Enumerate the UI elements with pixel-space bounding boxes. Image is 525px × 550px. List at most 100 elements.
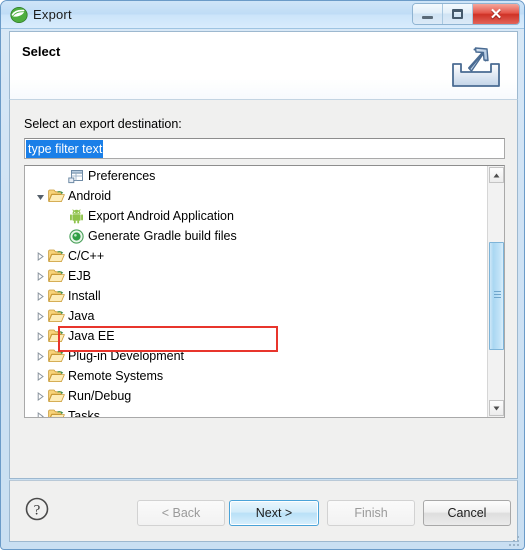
expand-arrow-open[interactable]: [33, 186, 47, 206]
scroll-down-button[interactable]: [489, 400, 504, 416]
chevron-down-icon: [36, 194, 44, 200]
chevron-right-icon: [37, 411, 44, 417]
chevron-right-icon: [37, 271, 44, 281]
folder-open-icon: [47, 307, 65, 325]
tree-item-c-c[interactable]: C/C++: [25, 246, 487, 266]
finish-button-label: Finish: [354, 506, 388, 520]
export-outbox-arrow-icon: [447, 38, 505, 92]
tree-item-ejb[interactable]: EJB: [25, 266, 487, 286]
back-button[interactable]: < Back: [137, 500, 225, 526]
tree-item-label: Export Android Application: [88, 209, 234, 223]
chevron-right-icon: [37, 331, 44, 341]
tree-item-label: Install: [68, 289, 101, 303]
chevron-down-icon: [493, 406, 500, 410]
chevron-right-icon: [37, 371, 44, 381]
expand-arrow-closed[interactable]: [33, 306, 47, 326]
expand-arrow-closed[interactable]: [33, 326, 47, 346]
tree-item-remote-systems[interactable]: Remote Systems: [25, 366, 487, 386]
tree-item-preferences[interactable]: Preferences: [25, 166, 487, 186]
folder-open-icon: [47, 387, 65, 405]
cancel-button-label: Cancel: [447, 506, 487, 520]
tree-item-run-debug[interactable]: Run/Debug: [25, 386, 487, 406]
tree-item-label: Remote Systems: [68, 369, 164, 383]
tree-item-label: Java EE: [68, 329, 115, 343]
folder-open-icon: [47, 287, 65, 305]
folder-open-icon: [47, 247, 65, 265]
chevron-right-icon: [37, 391, 44, 401]
minimize-icon: [422, 16, 433, 19]
tree-vertical-scrollbar[interactable]: [487, 166, 504, 417]
tree-item-plug-in-development[interactable]: Plug-in Development: [25, 346, 487, 366]
close-icon: ✕: [489, 5, 503, 23]
window-title: Export: [33, 7, 72, 22]
window-controls: ✕: [412, 3, 520, 25]
back-button-label: < Back: [161, 506, 201, 520]
maximize-button[interactable]: [443, 4, 473, 24]
tree-item-label: Run/Debug: [68, 389, 132, 403]
chevron-right-icon: [37, 351, 44, 361]
resize-grip-icon[interactable]: [509, 535, 521, 547]
cancel-button[interactable]: Cancel: [423, 500, 511, 526]
export-destination-tree[interactable]: Preferences Android Export Android Applica…: [24, 165, 505, 418]
destination-label: Select an export destination:: [24, 117, 182, 131]
tree-item-generate-gradle-build-files[interactable]: Generate Gradle build files: [25, 226, 487, 246]
folder-open-icon: [47, 347, 65, 365]
title-bar[interactable]: Export ✕: [1, 1, 524, 29]
wizard-body: Select an export destination: type filte…: [9, 99, 518, 479]
export-dialog-window: Export ✕ Select Select an export destina…: [0, 0, 525, 550]
tree-item-tasks[interactable]: Tasks: [25, 406, 487, 417]
tree-item-label: Android: [68, 189, 112, 203]
folder-open-icon: [47, 367, 65, 385]
chevron-up-icon: [493, 173, 500, 177]
expand-arrow-closed[interactable]: [33, 406, 47, 417]
tree-item-export-android-application[interactable]: Export Android Application: [25, 206, 487, 226]
minimize-button[interactable]: [413, 4, 443, 24]
expand-arrow-closed[interactable]: [33, 386, 47, 406]
gradle-icon: [67, 227, 85, 245]
maximize-icon: [452, 9, 463, 19]
close-button[interactable]: ✕: [473, 4, 519, 24]
android-robot-icon: [67, 207, 85, 225]
expand-arrow-closed[interactable]: [33, 346, 47, 366]
eclipse-logo-icon: [10, 6, 28, 24]
tree-item-label: Java: [68, 309, 95, 323]
folder-open-icon: [47, 407, 65, 417]
folder-open-icon: [47, 187, 65, 205]
tree-item-label: Generate Gradle build files: [88, 229, 237, 243]
chevron-right-icon: [37, 291, 44, 301]
tree-item-java[interactable]: Java: [25, 306, 487, 326]
filter-input[interactable]: type filter text: [24, 138, 505, 159]
preferences-window-icon: [67, 167, 85, 185]
tree-item-label: C/C++: [68, 249, 105, 263]
scrollbar-thumb[interactable]: [489, 242, 504, 350]
scroll-up-button[interactable]: [489, 167, 504, 183]
expand-arrow-closed[interactable]: [33, 266, 47, 286]
expand-arrow-closed[interactable]: [33, 366, 47, 386]
next-button[interactable]: Next >: [229, 500, 319, 526]
tree-item-label: Plug-in Development: [68, 349, 185, 363]
wizard-footer: ? < Back Next > Finish Cancel: [9, 480, 518, 542]
tree-item-label: EJB: [68, 269, 91, 283]
tree-rows: Preferences Android Export Android Applica…: [25, 166, 487, 417]
tree-item-android[interactable]: Android: [25, 186, 487, 206]
expand-arrow-closed[interactable]: [33, 246, 47, 266]
wizard-header: Select: [9, 31, 518, 99]
expand-arrow-closed[interactable]: [33, 286, 47, 306]
chevron-right-icon: [37, 311, 44, 321]
folder-open-icon: [47, 267, 65, 285]
page-title: Select: [22, 44, 61, 59]
chevron-right-icon: [37, 251, 44, 261]
finish-button[interactable]: Finish: [327, 500, 415, 526]
tree-item-java-ee[interactable]: Java EE: [25, 326, 487, 346]
help-button[interactable]: ?: [24, 496, 50, 522]
scrollbar-grip-icon: [494, 291, 501, 298]
svg-text:?: ?: [34, 503, 41, 519]
folder-open-icon: [47, 327, 65, 345]
next-button-label: Next >: [255, 506, 293, 520]
tree-item-label: Preferences: [88, 169, 156, 183]
tree-item-install[interactable]: Install: [25, 286, 487, 306]
filter-input-value: type filter text: [26, 140, 104, 158]
